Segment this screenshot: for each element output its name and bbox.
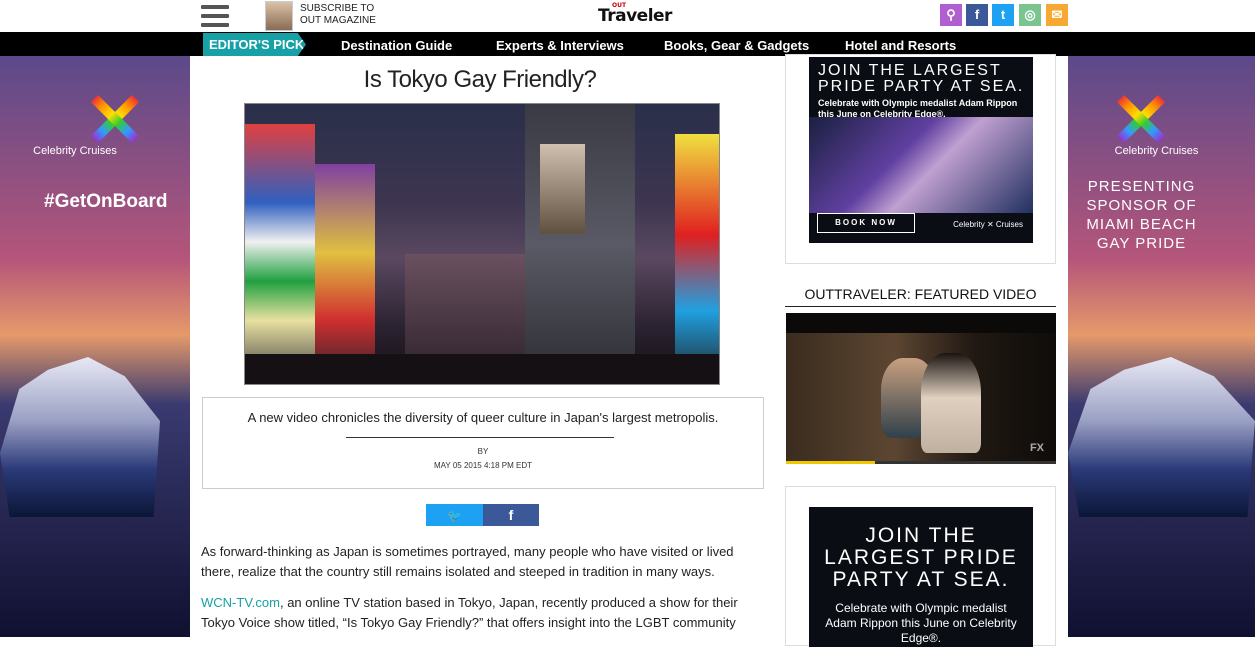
magazine-cover-thumbnail[interactable] (265, 1, 293, 31)
article-deck-box: A new video chronicles the diversity of … (202, 397, 764, 489)
twitter-icon: 🐦 (447, 509, 462, 523)
twitter-icon[interactable]: t (992, 4, 1014, 26)
byline: BY (477, 447, 489, 456)
subscribe-line1: SUBSCRIBE TO (300, 3, 375, 14)
article-paragraph-1: As forward-thinking as Japan is sometime… (201, 544, 734, 579)
article-column: Is Tokyo Gay Friendly? A new video chron… (190, 56, 770, 637)
celebrity-x-logo-icon (90, 94, 140, 144)
video-progress-fill (786, 461, 876, 464)
ad1-photo (809, 117, 1033, 213)
facebook-icon[interactable]: f (966, 4, 988, 26)
sidebar-ad-card-2: JOIN THE LARGEST PRIDE PARTY AT SEA. Cel… (785, 486, 1056, 647)
celebrity-x-logo-icon (1116, 94, 1166, 144)
ad2-headline: JOIN THE LARGEST PRIDE PARTY AT SEA. (824, 524, 1018, 591)
wcn-tv-link[interactable]: WCN-TV.com (201, 595, 280, 610)
facebook-glyph: f (974, 7, 980, 22)
instagram-icon[interactable]: ◎ (1019, 4, 1041, 26)
subscribe-link[interactable]: SUBSCRIBE TO OUT MAGAZINE (300, 3, 376, 27)
nav-hotel-resorts[interactable]: Hotel and Resorts (845, 38, 956, 53)
email-glyph: ✉ (1051, 7, 1063, 22)
cruise-ship-image (0, 357, 160, 517)
subscribe-line2: OUT MAGAZINE (300, 15, 376, 26)
ad1-brand-logo: Celebrity ✕ Cruises (953, 220, 1023, 229)
menu-icon[interactable] (201, 5, 229, 27)
share-twitter-button[interactable]: 🐦 (426, 504, 483, 526)
share-facebook-button[interactable]: f (483, 504, 539, 526)
ad1-headline: JOIN THE LARGEST PRIDE PARTY AT SEA. (818, 62, 1025, 95)
sidebar-ad-card-1: JOIN THE LARGEST PRIDE PARTY AT SEA. Cel… (785, 54, 1056, 264)
nav-destination-guide[interactable]: Destination Guide (341, 38, 452, 53)
hero-image-tokyo-street (244, 103, 720, 385)
top-header: SUBSCRIBE TO OUT MAGAZINE OUT Traveler ⚲… (0, 0, 1255, 32)
video-channel-badge: FX (1029, 442, 1044, 454)
article-title: Is Tokyo Gay Friendly? (363, 66, 597, 93)
featured-video-heading: OUTTRAVELER: FEATURED VIDEO (785, 286, 1056, 307)
article-deck: A new video chronicles the diversity of … (247, 410, 719, 425)
left-ad-brand: Celebrity Cruises (33, 145, 117, 157)
cruise-ship-image (1068, 357, 1255, 517)
divider (346, 437, 614, 438)
twitter-glyph: t (1000, 7, 1006, 22)
left-skin-ad[interactable]: Celebrity Cruises #GetOnBoard (0, 56, 190, 637)
site-logo[interactable]: OUT Traveler (598, 2, 672, 26)
celebrity-ad-1[interactable]: JOIN THE LARGEST PRIDE PARTY AT SEA. Cel… (809, 57, 1033, 243)
featured-video-player[interactable]: FX (786, 313, 1056, 464)
publish-date: MAY 05 2015 4:18 PM EDT (434, 461, 532, 470)
book-now-button[interactable]: BOOK NOW (817, 213, 915, 233)
right-ad-sponsor-text: PRESENTING SPONSOR OF MIAMI BEACH GAY PR… (1086, 178, 1197, 252)
main-nav (0, 32, 1255, 56)
right-ad-brand: Celebrity Cruises (1114, 145, 1199, 157)
article-paragraph-2: WCN-TV.com, an online TV station based i… (201, 593, 761, 633)
right-skin-ad[interactable]: Celebrity Cruises PRESENTING SPONSOR OF … (1068, 56, 1255, 637)
nav-experts-interviews[interactable]: Experts & Interviews (496, 38, 624, 53)
editors-pick-tab[interactable]: EDITOR'S PICK (203, 33, 306, 56)
left-ad-hashtag: #GetOnBoard (44, 191, 168, 212)
search-icon[interactable]: ⚲ (940, 4, 962, 26)
facebook-icon: f (508, 507, 514, 523)
search-glyph: ⚲ (946, 7, 956, 22)
right-sidebar: JOIN THE LARGEST PRIDE PARTY AT SEA. Cel… (770, 54, 1068, 647)
ad2-subtext: Celebrate with Olympic medalist Adam Rip… (825, 601, 1017, 645)
logo-text: Traveler (598, 6, 672, 26)
email-icon[interactable]: ✉ (1046, 4, 1068, 26)
celebrity-ad-2[interactable]: JOIN THE LARGEST PRIDE PARTY AT SEA. Cel… (809, 507, 1033, 647)
paragraph-2-text: , an online TV station based in Tokyo, J… (201, 595, 738, 630)
instagram-glyph: ◎ (1024, 7, 1036, 22)
nav-books-gear-gadgets[interactable]: Books, Gear & Gadgets (664, 38, 809, 53)
video-progress-bar[interactable] (786, 461, 1056, 464)
logo-out: OUT (612, 2, 627, 9)
